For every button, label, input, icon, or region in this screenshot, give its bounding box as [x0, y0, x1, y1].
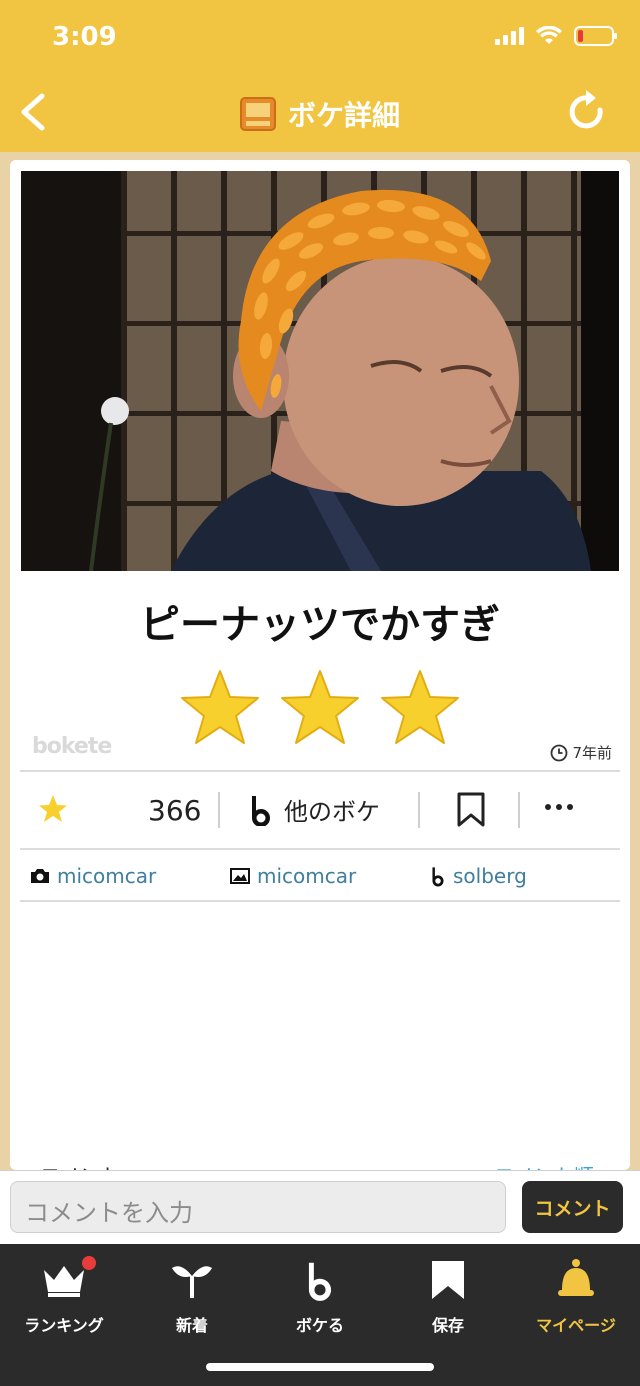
divider [20, 848, 620, 850]
other-boke-label: 他のボケ [284, 798, 380, 826]
status-time: 3:09 [52, 22, 117, 52]
notification-badge [82, 1256, 96, 1270]
action-bar: 366 他のボケ [20, 772, 620, 848]
photographer-name: micomcar [57, 864, 157, 888]
boke-author-link[interactable]: solberg [430, 864, 527, 888]
image-author-link[interactable]: micomcar [230, 864, 356, 888]
more-options-button[interactable] [545, 804, 573, 810]
image-icon [230, 868, 250, 884]
bokete-watermark: bokete [32, 734, 112, 759]
divider [418, 792, 420, 828]
tab-label: ランキング [24, 1316, 104, 1335]
rate-star-icon[interactable] [38, 794, 68, 824]
bokete-b-icon [308, 1262, 332, 1301]
crown-icon [44, 1266, 84, 1297]
divider [518, 792, 520, 828]
tab-label: 新着 [175, 1316, 208, 1335]
bokete-b-icon [252, 795, 270, 826]
boke-photo[interactable] [21, 171, 619, 571]
tab-mypage[interactable]: マイページ [512, 1256, 640, 1336]
page-title: ボケ詳細 [287, 99, 400, 132]
boke-card: ピーナッツでかすぎ bokete 7年前 366 他のボケ micomcar m… [10, 160, 630, 1188]
photographer-link[interactable]: micomcar [30, 864, 156, 888]
tab-label: ボケる [295, 1316, 344, 1335]
clock-icon [551, 744, 568, 761]
comment-input[interactable]: コメントを入力 [10, 1181, 506, 1233]
posted-time-label: 7年前 [572, 744, 612, 762]
sprout-icon [172, 1266, 212, 1298]
status-icons [495, 26, 617, 46]
image-author-name: micomcar [257, 864, 357, 888]
star-icon [381, 670, 459, 744]
app-header: 3:09 ボケ詳細 [0, 0, 640, 152]
battery-icon [574, 26, 617, 46]
bookmark-icon [432, 1261, 464, 1299]
comment-submit-button[interactable]: コメント [522, 1181, 623, 1233]
boke-author-name: solberg [453, 864, 527, 888]
posted-time: 7年前 [550, 742, 612, 763]
comment-input-bar: コメントを入力 コメント [0, 1170, 640, 1244]
wifi-icon [536, 26, 562, 44]
bookmark-icon[interactable] [456, 792, 486, 828]
mypage-bell-icon [558, 1259, 594, 1296]
credits-row: micomcar micomcar solberg [20, 860, 620, 898]
camera-icon [31, 869, 49, 883]
tab-boke[interactable]: ボケる [256, 1256, 384, 1336]
tab-new[interactable]: 新着 [128, 1256, 256, 1336]
other-boke-button[interactable]: 他のボケ [248, 792, 380, 827]
cellular-signal-icon [495, 27, 524, 45]
tab-saved[interactable]: 保存 [384, 1256, 512, 1336]
home-indicator [206, 1363, 434, 1371]
star-icon [181, 670, 259, 744]
refresh-icon[interactable] [566, 88, 610, 136]
divider [20, 900, 620, 902]
tab-ranking[interactable]: ランキング [0, 1256, 128, 1336]
boke-caption: ピーナッツでかすぎ [140, 602, 500, 648]
divider [218, 792, 220, 828]
header-title-group: ボケ詳細 [0, 94, 640, 134]
rating-count: 366 [148, 794, 202, 827]
star-icon [281, 670, 359, 744]
tab-label: 保存 [431, 1316, 464, 1335]
tab-label: マイページ [536, 1316, 616, 1335]
bokete-b-icon [432, 867, 444, 887]
boke-detail-icon [239, 97, 276, 131]
photo-illustration [21, 171, 619, 571]
